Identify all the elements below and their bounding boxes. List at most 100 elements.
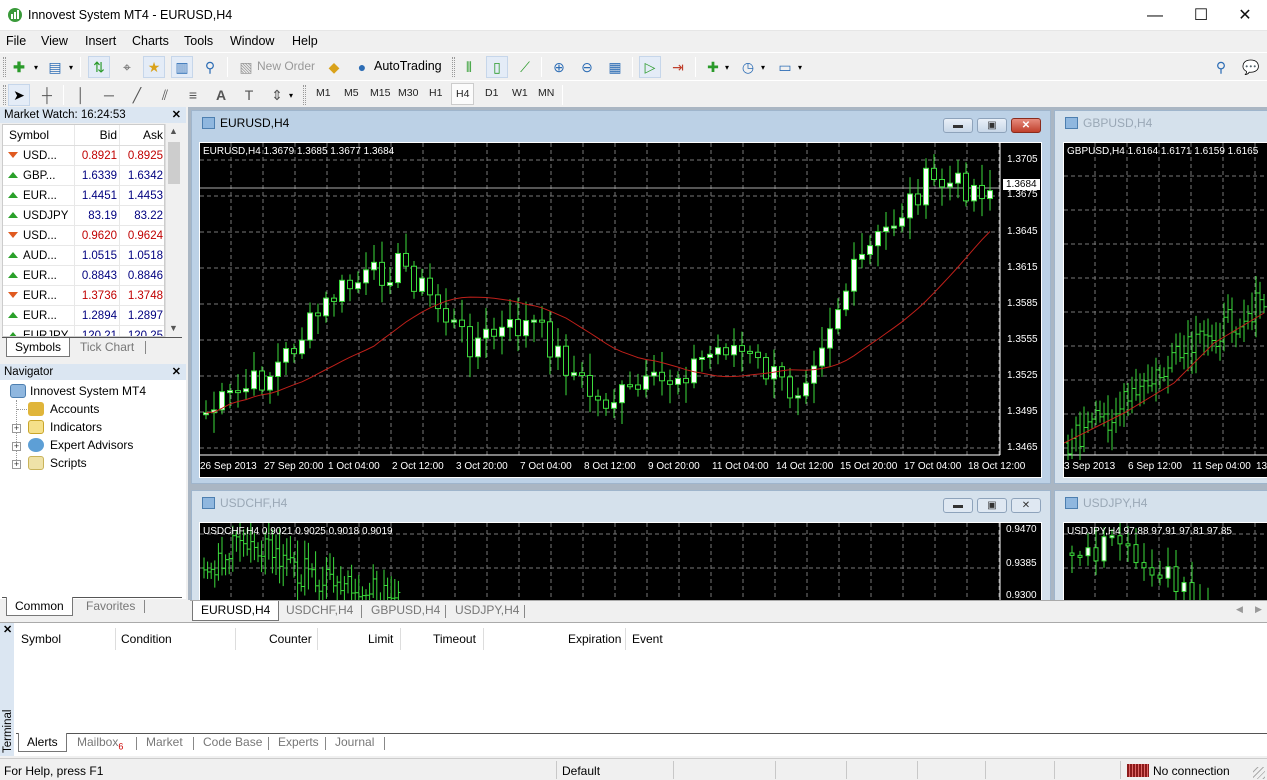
chart-canvas-gbpusd[interactable]: GBPUSD,H4 1.6164 1.6171 1.6159 1.6165 3 … [1063, 142, 1267, 478]
column-bid[interactable]: Bid [75, 125, 120, 145]
chart-tab-usdchf[interactable]: USDCHF,H4 [278, 601, 361, 620]
arrows-dropdown-icon[interactable]: ▾ [286, 84, 296, 106]
column-timeout[interactable]: Timeout [433, 632, 476, 646]
timeframe-d1[interactable]: D1 [485, 87, 498, 99]
menu-view[interactable]: View [41, 34, 68, 48]
expand-icon[interactable]: + [12, 424, 21, 433]
menu-tools[interactable]: Tools [184, 34, 213, 48]
chart-restore-button[interactable]: ▣ [977, 118, 1007, 133]
market-watch-row[interactable]: GBP... 1.6339 1.6342 [3, 166, 164, 186]
chart-minimize-button[interactable]: ▬ [943, 498, 973, 513]
navigator-expert-advisors[interactable]: Expert Advisors [50, 438, 133, 452]
timeframe-h1[interactable]: H1 [429, 87, 442, 99]
navigator-indicators[interactable]: Indicators [50, 420, 102, 434]
timeframe-mn[interactable]: MN [538, 87, 554, 99]
tab-market[interactable]: Market [138, 733, 191, 752]
text-label-icon[interactable]: T [238, 84, 260, 106]
chart-window-usdjpy[interactable]: USDJPY,H4 USDJPY,H4 97.88 97.91 97.81 97… [1054, 490, 1267, 623]
navigator-icon[interactable]: ★ [143, 56, 165, 78]
column-ask[interactable]: Ask [120, 125, 164, 145]
tab-code-base[interactable]: Code Base [195, 733, 270, 752]
market-watch-row[interactable]: USD... 0.9620 0.9624 [3, 226, 164, 246]
scroll-thumb[interactable] [168, 142, 180, 184]
horizontal-line-icon[interactable]: ─ [98, 84, 120, 106]
new-chart-dropdown-icon[interactable]: ▾ [31, 56, 41, 78]
column-expiration[interactable]: Expiration [568, 632, 621, 646]
tabs-scroll-right-icon[interactable]: ▶ [1255, 604, 1262, 615]
maximize-button[interactable]: ☐ [1178, 0, 1224, 31]
chart-window-eurusd[interactable]: EURUSD,H4 ▬ ▣ ✕ EURUSD,H4 1.3679 1.3685 … [191, 110, 1051, 484]
zoom-in-icon[interactable]: ⊕ [548, 56, 570, 78]
market-watch-row[interactable]: EURJPY 120.21 120.25 [3, 326, 164, 336]
chart-canvas-eurusd[interactable]: EURUSD,H4 1.3679 1.3685 1.3677 1.3684 1.… [199, 142, 1042, 478]
timeframe-w1[interactable]: W1 [512, 87, 528, 99]
close-button[interactable]: ✕ [1222, 0, 1267, 31]
column-event[interactable]: Event [632, 632, 663, 646]
close-icon[interactable]: ✕ [172, 364, 181, 380]
arrows-icon[interactable]: ⇕ [266, 84, 288, 106]
templates-dropdown-icon[interactable]: ▾ [795, 56, 805, 78]
fibonacci-icon[interactable]: ≡ [182, 84, 204, 106]
chart-close-button[interactable]: ✕ [1011, 498, 1041, 513]
market-watch-scrollbar[interactable]: ▲ ▼ [165, 124, 182, 337]
autotrading-button[interactable]: AutoTrading [374, 59, 442, 73]
market-watch-row[interactable]: EUR... 1.4451 1.4453 [3, 186, 164, 206]
crosshair-icon[interactable]: ┼ [36, 84, 58, 106]
market-watch-icon[interactable]: ⇅ [88, 56, 110, 78]
column-symbol[interactable]: Symbol [21, 632, 61, 646]
chart-tab-eurusd[interactable]: EURUSD,H4 [192, 601, 280, 621]
market-watch-row[interactable]: EUR... 0.8843 0.8846 [3, 266, 164, 286]
column-limit[interactable]: Limit [368, 632, 393, 646]
scroll-down-icon[interactable]: ▼ [169, 323, 178, 333]
market-watch-row[interactable]: EUR... 1.3736 1.3748 [3, 286, 164, 306]
profiles-dropdown-icon[interactable]: ▾ [66, 56, 76, 78]
tabs-scroll-left-icon[interactable]: ◀ [1236, 604, 1243, 615]
resize-grip[interactable] [1253, 767, 1265, 779]
expand-icon[interactable]: + [12, 442, 21, 451]
navigator-accounts[interactable]: Accounts [50, 402, 99, 416]
tab-mailbox[interactable]: Mailbox6 [69, 733, 131, 752]
templates-icon[interactable]: ▭ [774, 56, 796, 78]
tab-favorites[interactable]: Favorites [78, 597, 143, 616]
market-watch-row[interactable]: USDJPY 83.19 83.22 [3, 206, 164, 226]
chart-window-gbpusd[interactable]: GBPUSD,H4 GBPUSD,H4 1.6164 1.6171 1.6159… [1054, 110, 1267, 484]
chat-icon[interactable]: 💬 [1240, 56, 1262, 78]
column-condition[interactable]: Condition [121, 632, 172, 646]
menu-window[interactable]: Window [230, 34, 274, 48]
column-counter[interactable]: Counter [269, 632, 312, 646]
chart-close-button[interactable]: ✕ [1011, 118, 1041, 133]
tab-common[interactable]: Common [6, 597, 73, 616]
trendline-icon[interactable]: ╱ [126, 84, 148, 106]
navigator-root[interactable]: Innovest System MT4 [30, 384, 146, 398]
column-symbol[interactable]: Symbol [3, 125, 75, 145]
navigator-scripts[interactable]: Scripts [50, 456, 87, 470]
close-icon[interactable]: ✕ [3, 623, 12, 636]
timeframe-m15[interactable]: M15 [370, 87, 390, 99]
search-icon[interactable]: ⚲ [1210, 56, 1232, 78]
new-order-button[interactable]: New Order [257, 59, 315, 73]
data-window-icon[interactable]: ⌖ [116, 56, 138, 78]
periods-icon[interactable]: ◷ [737, 56, 759, 78]
close-icon[interactable]: ✕ [172, 107, 181, 123]
tab-symbols[interactable]: Symbols [6, 338, 71, 357]
profiles-icon[interactable]: ▤ [44, 56, 66, 78]
periods-dropdown-icon[interactable]: ▾ [758, 56, 768, 78]
timeframe-m1[interactable]: M1 [316, 87, 331, 99]
bar-chart-icon[interactable]: ⫴ [458, 56, 480, 78]
tab-journal[interactable]: Journal [327, 733, 382, 752]
menu-insert[interactable]: Insert [85, 34, 116, 48]
autotrading-icon[interactable]: ● [351, 56, 373, 78]
tab-alerts[interactable]: Alerts [18, 733, 67, 752]
market-watch-row[interactable]: EUR... 1.2894 1.2897 [3, 306, 164, 326]
autoscroll-icon[interactable]: ▷ [639, 56, 661, 78]
expand-icon[interactable]: + [12, 460, 21, 469]
cursor-icon[interactable]: ➤ [8, 84, 30, 106]
chart-shift-icon[interactable]: ⇥ [667, 56, 689, 78]
vertical-line-icon[interactable]: │ [70, 84, 92, 106]
minimize-button[interactable]: — [1132, 0, 1178, 31]
zoom-out-icon[interactable]: ⊖ [576, 56, 598, 78]
market-watch-row[interactable]: AUD... 1.0515 1.0518 [3, 246, 164, 266]
timeframe-h4[interactable]: H4 [451, 83, 475, 105]
timeframe-m5[interactable]: M5 [344, 87, 359, 99]
strategy-tester-icon[interactable]: ⚲ [199, 56, 221, 78]
